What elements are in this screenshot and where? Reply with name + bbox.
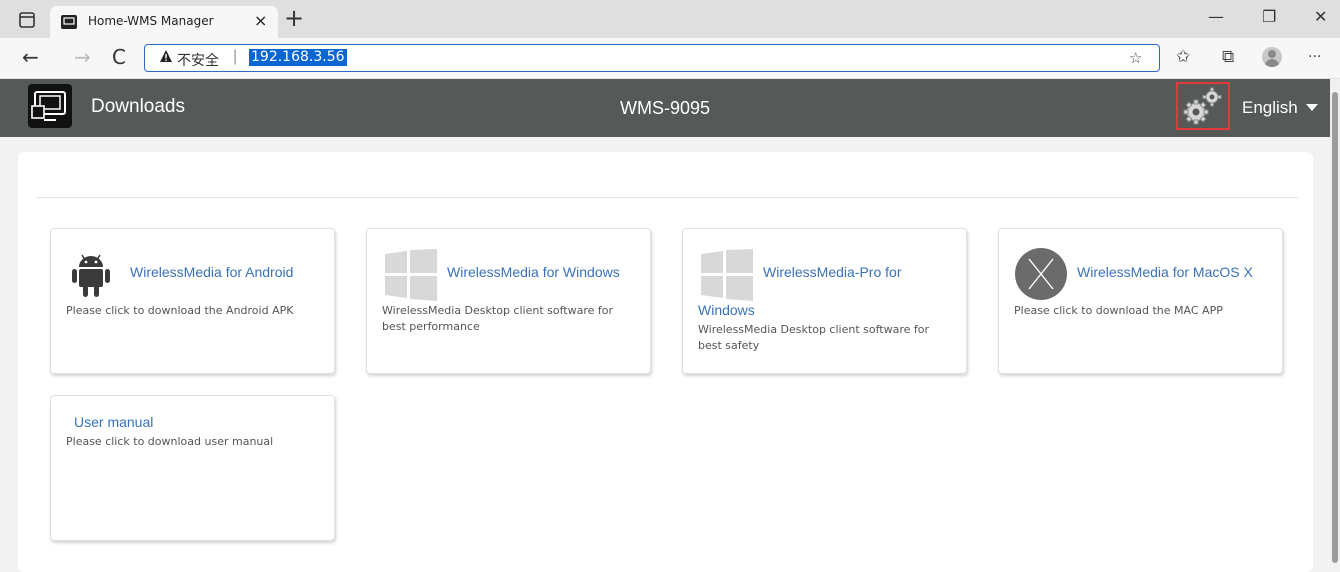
chevron-down-icon[interactable] xyxy=(1306,104,1318,111)
card-title[interactable]: WirelessMedia for MacOS X xyxy=(1077,264,1253,280)
profile-avatar[interactable] xyxy=(1262,47,1282,67)
android-icon xyxy=(72,254,110,297)
refresh-icon[interactable]: C xyxy=(112,47,126,67)
tab-close-icon[interactable]: × xyxy=(254,12,267,30)
language-select[interactable]: English xyxy=(1242,98,1298,118)
favorites-icon[interactable]: ✩ xyxy=(1176,47,1190,67)
address-separator: | xyxy=(233,48,238,65)
card-description: Please click to download the Android APK xyxy=(66,304,294,317)
new-tab-button[interactable]: + xyxy=(284,4,304,32)
card-description: Please click to download user manual xyxy=(66,435,274,448)
settings-button[interactable] xyxy=(1176,82,1230,130)
download-card-macos[interactable]: WirelessMedia for MacOS X Please click t… xyxy=(998,228,1283,374)
card-title[interactable]: WirelessMedia for Android xyxy=(130,264,293,280)
windows-icon xyxy=(701,249,753,301)
card-description: Please click to download the MAC APP xyxy=(1014,304,1223,317)
back-icon[interactable]: ← xyxy=(22,47,39,67)
address-bar[interactable]: 不安全 | 192.168.3.56 ☆ xyxy=(144,44,1160,72)
card-title[interactable]: User manual xyxy=(74,414,153,430)
download-card-user-manual[interactable]: User manual Please click to download use… xyxy=(50,395,335,541)
download-card-android[interactable]: WirelessMedia for Android Please click t… xyxy=(50,228,335,374)
forward-icon[interactable]: → xyxy=(74,47,91,67)
download-card-windows-pro[interactable]: WirelessMedia-Pro for Windows WirelessMe… xyxy=(682,228,967,374)
windows-icon xyxy=(385,249,437,301)
macos-x-icon xyxy=(1015,248,1067,300)
tab-title: Home-WMS Manager xyxy=(88,14,214,28)
collections-icon[interactable]: ⧉ xyxy=(1222,47,1234,67)
tab-actions-icon[interactable] xyxy=(18,10,38,30)
divider xyxy=(36,197,1298,198)
more-icon[interactable]: ··· xyxy=(1308,47,1321,67)
cast-screen-icon xyxy=(31,91,66,121)
browser-toolbar: ← → C 不安全 | 192.168.3.56 ☆ ✩ ⧉ ··· xyxy=(0,38,1340,79)
card-description: WirelessMedia Desktop client software fo… xyxy=(698,323,929,352)
close-window-icon[interactable]: ✕ xyxy=(1314,6,1327,28)
browser-tab-strip: Home-WMS Manager × + — ❐ ✕ xyxy=(0,0,1340,38)
device-name: WMS-9095 xyxy=(620,98,711,118)
card-description: WirelessMedia Desktop client software fo… xyxy=(382,304,613,333)
download-card-windows[interactable]: WirelessMedia for Windows WirelessMedia … xyxy=(366,228,651,374)
scrollbar-thumb[interactable] xyxy=(1332,92,1338,563)
minimize-icon[interactable]: — xyxy=(1208,6,1224,28)
maximize-icon[interactable]: ❐ xyxy=(1262,6,1276,28)
card-title-continued[interactable]: Windows xyxy=(698,302,755,318)
page-title: Downloads xyxy=(91,96,185,117)
gears-icon xyxy=(1183,87,1222,125)
app-header: Downloads WMS-9095 English xyxy=(0,79,1330,137)
security-label[interactable]: 不安全 xyxy=(177,50,219,70)
warning-icon[interactable] xyxy=(159,49,173,63)
url-text[interactable]: 192.168.3.56 xyxy=(249,49,347,66)
app-logo[interactable] xyxy=(28,84,72,128)
card-title[interactable]: WirelessMedia-Pro for xyxy=(763,264,901,280)
app-favicon-icon xyxy=(61,15,77,29)
browser-tab[interactable]: Home-WMS Manager × xyxy=(50,6,278,38)
card-title[interactable]: WirelessMedia for Windows xyxy=(447,264,620,280)
add-favorite-icon[interactable]: ☆ xyxy=(1129,49,1142,67)
